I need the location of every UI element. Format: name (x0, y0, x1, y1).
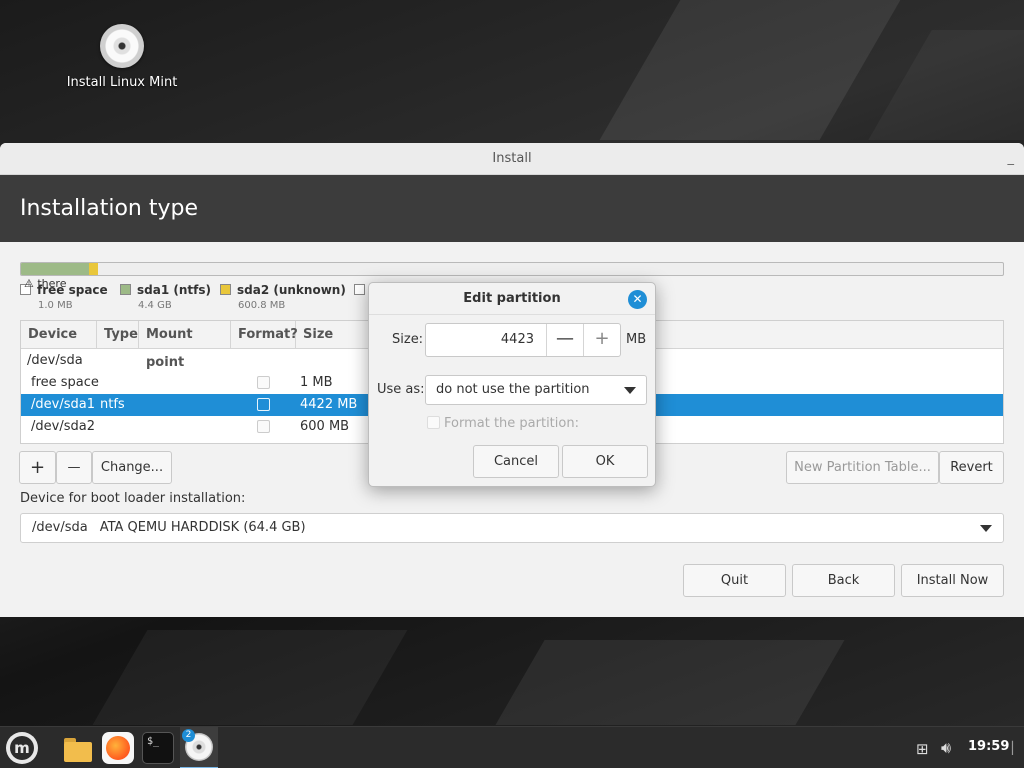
firefox-icon[interactable] (102, 732, 134, 764)
mint-menu-icon[interactable]: m (6, 732, 38, 764)
format-checkbox[interactable] (257, 398, 270, 411)
cancel-button[interactable]: Cancel (473, 445, 559, 478)
size-increase-button[interactable]: + (583, 324, 620, 356)
terminal-glyph: $_ (147, 736, 160, 747)
chevron-down-icon (980, 525, 992, 532)
legend-label: sda1 (ntfs) (137, 283, 211, 297)
format-partition-label: Format the partition: (444, 416, 579, 431)
window-count-badge: 2 (182, 729, 195, 742)
column-header-format[interactable]: Format? (231, 321, 298, 349)
size-spinbutton: 4423 — + (425, 323, 621, 357)
format-checkbox[interactable] (257, 376, 270, 389)
size-decrease-button[interactable]: — (546, 324, 583, 356)
clock[interactable]: 19:59 (968, 739, 1009, 754)
format-partition-option[interactable]: Format the partition: (427, 414, 579, 431)
row-device: /dev/sda1 (31, 397, 95, 412)
warning-tooltip: ⚠ there (24, 277, 67, 290)
installer-taskbar-button[interactable]: 2 (180, 727, 218, 768)
format-partition-checkbox[interactable] (427, 416, 440, 429)
disc-icon (100, 24, 144, 68)
taskbar: m $_ 2 ⊞ 🔊︎ 19:59 ▏ (0, 726, 1024, 768)
window-title: Install (492, 151, 532, 166)
legend-size: 600.8 MB (238, 300, 286, 311)
legend-swatch (220, 284, 231, 295)
bootloader-label: Device for boot loader installation: (20, 491, 246, 506)
row-size: 600 MB (300, 419, 350, 434)
partition-bar-sda1 (21, 263, 89, 275)
install-now-button[interactable]: Install Now (901, 564, 1004, 597)
back-button[interactable]: Back (792, 564, 895, 597)
desktop-decoration (868, 30, 1024, 140)
size-label: Size: (392, 332, 424, 347)
row-device: free space (31, 375, 99, 390)
format-checkbox[interactable] (257, 420, 270, 433)
legend-item-sda2: sda2 (unknown) 600.8 MB (220, 283, 346, 311)
volume-icon[interactable]: 🔊︎ (941, 738, 951, 758)
remove-partition-button[interactable]: — (56, 451, 92, 484)
size-unit: MB (626, 332, 647, 347)
partition-bar (20, 262, 1004, 276)
use-as-label: Use as: (377, 382, 425, 397)
row-device: /dev/sda (27, 353, 83, 368)
column-header-type[interactable]: Type (97, 321, 139, 349)
page-header: Installation type (0, 175, 1024, 242)
legend-size: 4.4 GB (138, 300, 172, 311)
close-icon[interactable]: ✕ (628, 290, 647, 309)
page-title: Installation type (20, 196, 198, 221)
dialog-title: Edit partition (463, 291, 561, 306)
use-as-select[interactable]: do not use the partition (425, 375, 647, 405)
desktop-decoration (599, 0, 901, 140)
edit-partition-dialog: Edit partition ✕ Size: 4423 — + MB Use a… (368, 282, 656, 487)
partition-bar-sda2 (89, 263, 98, 275)
row-size: 1 MB (300, 375, 333, 390)
use-as-value: do not use the partition (436, 382, 590, 397)
legend-swatch (120, 284, 131, 295)
desktop-decoration (92, 630, 408, 725)
window-titlebar[interactable]: Install _ (0, 143, 1024, 175)
add-partition-button[interactable]: + (19, 451, 56, 484)
bootloader-device-select[interactable]: /dev/sda ATA QEMU HARDDISK (64.4 GB) (20, 513, 1004, 543)
legend-item-sda1: sda1 (ntfs) 4.4 GB (120, 283, 211, 311)
desktop-icon-label: Install Linux Mint (66, 75, 178, 90)
warning-text: there (37, 277, 67, 290)
quit-button[interactable]: Quit (683, 564, 786, 597)
network-icon[interactable]: ⊞ (916, 740, 929, 758)
bootloader-device: /dev/sda (32, 520, 88, 535)
terminal-icon[interactable]: $_ (142, 732, 174, 764)
row-type: ntfs (100, 397, 125, 412)
dialog-titlebar[interactable]: Edit partition ✕ (369, 283, 655, 315)
new-partition-table-button[interactable]: New Partition Table... (786, 451, 939, 484)
revert-button[interactable]: Revert (939, 451, 1004, 484)
show-desktop-icon[interactable]: ▏ (1012, 741, 1021, 755)
change-partition-button[interactable]: Change... (92, 451, 172, 484)
desktop-decoration (495, 640, 845, 725)
ok-button[interactable]: OK (562, 445, 648, 478)
legend-size: 1.0 MB (38, 300, 73, 311)
desktop-icon-install-linux-mint[interactable]: Install Linux Mint (62, 24, 182, 90)
legend-label: sda2 (unknown) (237, 283, 346, 297)
bootloader-device-description: ATA QEMU HARDDISK (64.4 GB) (99, 520, 306, 535)
files-folder-icon[interactable] (62, 732, 94, 764)
column-header-mount[interactable]: Mount point (139, 321, 231, 370)
row-size: 4422 MB (300, 397, 358, 412)
size-input[interactable]: 4423 (426, 324, 546, 356)
minimize-icon[interactable]: _ (1008, 143, 1015, 175)
column-header-device[interactable]: Device (21, 321, 97, 349)
chevron-down-icon (624, 387, 636, 394)
row-device: /dev/sda2 (31, 419, 95, 434)
legend-swatch (354, 284, 365, 295)
